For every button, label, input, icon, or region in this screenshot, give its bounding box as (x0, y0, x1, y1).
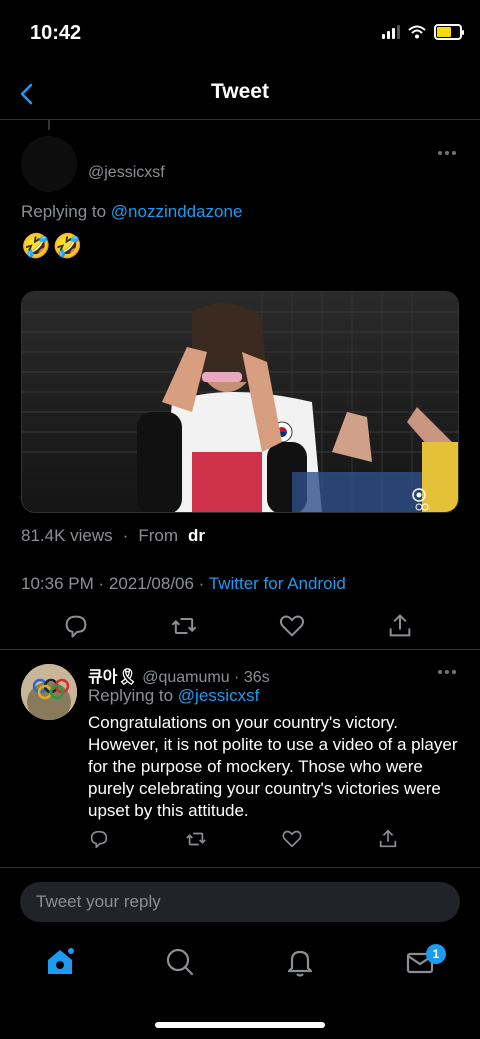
reply-icon (90, 830, 108, 849)
from-label: From (138, 526, 179, 545)
reply-tweet[interactable]: 큐아🎗 @quamumu · 36s Replying to @jessicxs… (0, 650, 480, 868)
replying-prefix: Replying to (21, 202, 107, 221)
tweet-text: 🤣🤣 (21, 233, 85, 260)
avatar[interactable] (21, 136, 77, 192)
replying-to-link[interactable]: @nozzinddazone (111, 202, 243, 221)
status-bar: 10:42 (0, 0, 480, 70)
reply-icon (65, 615, 87, 638)
home-icon (48, 948, 74, 974)
reply-text: Congratulations on your country's victor… (88, 713, 458, 820)
nav-bar: Tweet (0, 70, 480, 120)
reply-input[interactable]: Tweet your reply (20, 882, 460, 922)
tab-home[interactable] (44, 946, 76, 978)
signal-icon (382, 25, 400, 39)
reply-header: 큐아🎗 @quamumu · 36s (88, 663, 270, 687)
reply-actions (0, 828, 480, 858)
share-button[interactable] (386, 612, 414, 640)
tweet-timestamp: 10:36 PM · 2021/08/06 · Twitter for Andr… (21, 574, 346, 594)
reply-age: · 36s (229, 669, 270, 686)
thread-line (48, 120, 50, 130)
tweet-client[interactable]: Twitter for Android (209, 574, 346, 593)
reply-replying-to: Replying to @jessicxsf (88, 686, 259, 706)
reply-reply-button[interactable] (88, 828, 110, 850)
tweet-video[interactable] (21, 291, 459, 513)
reply-replying-link[interactable]: @jessicxsf (178, 686, 260, 705)
page-title: Tweet (211, 80, 269, 103)
retweet-button[interactable] (170, 612, 198, 640)
like-button[interactable] (278, 612, 306, 640)
tweet-username[interactable]: @jessicxsf (88, 164, 165, 182)
reply-handle[interactable]: @quamumu (142, 669, 229, 686)
share-icon (379, 829, 397, 848)
wifi-icon (408, 25, 426, 39)
tab-search[interactable] (164, 946, 196, 978)
reply-avatar[interactable] (21, 664, 77, 720)
status-time: 10:42 (30, 22, 82, 44)
separator: · (122, 526, 129, 545)
views-row: 81.4K views · From dr (21, 526, 205, 546)
reply-display-name[interactable]: 큐아🎗 (88, 669, 138, 686)
home-indicator (155, 1022, 325, 1028)
like-icon (282, 830, 302, 848)
view-count: 81.4K views (21, 526, 113, 545)
tab-notifications[interactable] (284, 946, 316, 978)
messages-badge: 1 (426, 944, 446, 964)
reply-input-placeholder: Tweet your reply (36, 892, 161, 911)
retweet-icon (186, 832, 206, 846)
tweet-time: 10:36 PM · 2021/08/06 · (21, 574, 209, 593)
search-icon (166, 948, 194, 976)
replying-to: Replying to @nozzinddazone (21, 202, 242, 222)
tab-bar (0, 938, 480, 998)
bell-icon (287, 950, 313, 977)
share-icon (389, 614, 411, 637)
from-name[interactable]: dr (188, 526, 205, 546)
reply-share-button[interactable] (377, 828, 399, 850)
more-icon[interactable] (438, 670, 458, 676)
reply-button[interactable] (62, 612, 90, 640)
reply-like-button[interactable] (281, 828, 303, 850)
tweet-actions (0, 606, 480, 650)
status-icons (382, 24, 464, 40)
like-icon (279, 615, 305, 637)
reply-replying-prefix: Replying to (88, 686, 174, 705)
reply-retweet-button[interactable] (185, 828, 207, 850)
battery-icon (434, 24, 464, 40)
more-icon[interactable] (438, 151, 458, 157)
retweet-icon (171, 618, 197, 634)
video-frame (22, 292, 458, 512)
